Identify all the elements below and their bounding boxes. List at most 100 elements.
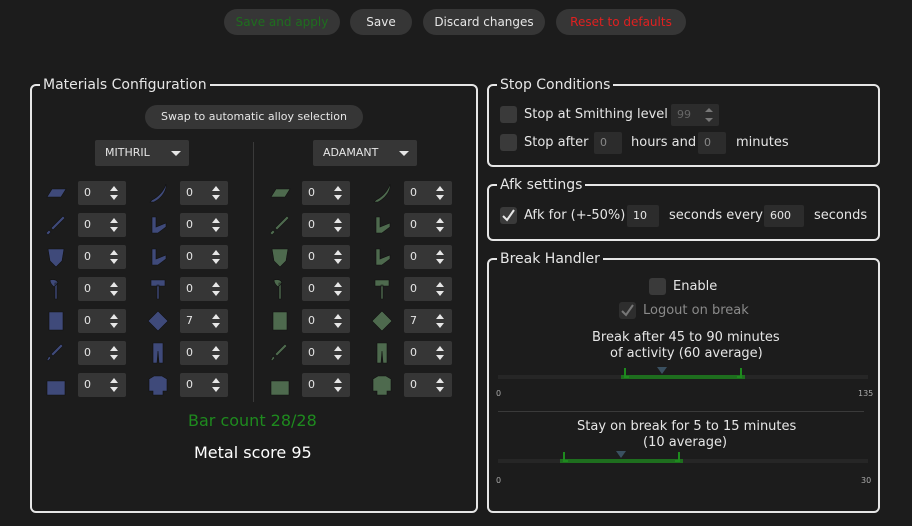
stepper-down-icon[interactable] [110, 195, 118, 200]
stepper-down-icon[interactable] [436, 259, 444, 264]
left-quantity-stepper[interactable]: 0 [180, 341, 228, 365]
stepper-down-icon[interactable] [334, 227, 342, 232]
break-duration-slider[interactable] [498, 450, 868, 472]
stepper-down-icon[interactable] [212, 195, 220, 200]
stepper-down-icon[interactable] [705, 118, 713, 122]
stepper-up-icon[interactable] [334, 314, 342, 319]
stepper-up-icon[interactable] [110, 218, 118, 223]
afk-checkbox[interactable] [500, 207, 517, 224]
stepper-up-icon[interactable] [212, 282, 220, 287]
left-quantity-stepper[interactable]: 0 [180, 181, 228, 205]
stepper-up-icon[interactable] [110, 282, 118, 287]
right-quantity-stepper[interactable]: 0 [404, 213, 452, 237]
right-metal-dropdown[interactable]: ADAMANT [313, 140, 417, 166]
stop-level-checkbox[interactable] [500, 106, 517, 123]
minutes-input[interactable]: 0 [698, 132, 726, 154]
stepper-up-icon[interactable] [334, 346, 342, 351]
break-after-slider[interactable] [498, 366, 868, 388]
stepper-up-icon[interactable] [436, 378, 444, 383]
right-quantity-stepper[interactable]: 0 [404, 373, 452, 397]
logout-checkbox[interactable] [619, 302, 636, 319]
stepper-up-icon[interactable] [334, 250, 342, 255]
stepper-down-icon[interactable] [212, 355, 220, 360]
left-quantity-stepper[interactable]: 0 [180, 373, 228, 397]
left-quantity-stepper[interactable]: 7 [180, 309, 228, 333]
stepper-up-icon[interactable] [436, 314, 444, 319]
right-quantity-stepper[interactable]: 0 [404, 341, 452, 365]
left-quantity-stepper[interactable]: 0 [78, 309, 126, 333]
stepper-up-icon[interactable] [436, 218, 444, 223]
stepper-down-icon[interactable] [212, 291, 220, 296]
right-quantity-stepper[interactable]: 0 [302, 213, 350, 237]
stepper-up-icon[interactable] [705, 108, 713, 112]
stepper-down-icon[interactable] [334, 387, 342, 392]
stepper-up-icon[interactable] [212, 378, 220, 383]
enable-checkbox[interactable] [649, 278, 666, 295]
right-quantity-stepper[interactable]: 0 [302, 245, 350, 269]
stepper-down-icon[interactable] [110, 291, 118, 296]
stepper-up-icon[interactable] [212, 314, 220, 319]
stepper-down-icon[interactable] [436, 355, 444, 360]
left-quantity-stepper[interactable]: 0 [180, 213, 228, 237]
right-quantity-stepper[interactable]: 0 [302, 309, 350, 333]
stepper-down-icon[interactable] [334, 355, 342, 360]
stepper-down-icon[interactable] [110, 259, 118, 264]
left-quantity-stepper[interactable]: 0 [78, 277, 126, 301]
slider-low-handle[interactable] [557, 450, 569, 468]
stepper-up-icon[interactable] [334, 378, 342, 383]
discard-changes-button[interactable]: Discard changes [423, 9, 545, 35]
left-quantity-stepper[interactable]: 0 [78, 373, 126, 397]
stepper-up-icon[interactable] [110, 378, 118, 383]
stop-level-input[interactable]: 99 [671, 104, 719, 126]
afk-seconds-input[interactable]: 10 [627, 205, 659, 227]
left-quantity-stepper[interactable]: 0 [78, 213, 126, 237]
stepper-down-icon[interactable] [110, 387, 118, 392]
left-quantity-stepper[interactable]: 0 [78, 245, 126, 269]
stepper-up-icon[interactable] [334, 282, 342, 287]
stepper-up-icon[interactable] [212, 346, 220, 351]
stepper-up-icon[interactable] [110, 346, 118, 351]
stepper-up-icon[interactable] [212, 186, 220, 191]
stepper-down-icon[interactable] [110, 355, 118, 360]
right-quantity-stepper[interactable]: 0 [302, 181, 350, 205]
afk-interval-input[interactable]: 600 [764, 205, 804, 227]
hours-input[interactable]: 0 [594, 132, 622, 154]
slider-low-handle[interactable] [618, 366, 630, 384]
stepper-up-icon[interactable] [334, 186, 342, 191]
stepper-down-icon[interactable] [436, 291, 444, 296]
left-quantity-stepper[interactable]: 0 [78, 341, 126, 365]
right-quantity-stepper[interactable]: 0 [404, 245, 452, 269]
stepper-down-icon[interactable] [110, 323, 118, 328]
stepper-up-icon[interactable] [436, 282, 444, 287]
slider-average-marker[interactable] [615, 450, 627, 468]
stepper-up-icon[interactable] [110, 314, 118, 319]
right-quantity-stepper[interactable]: 0 [404, 181, 452, 205]
swap-alloy-button[interactable]: Swap to automatic alloy selection [145, 105, 363, 129]
stepper-down-icon[interactable] [436, 387, 444, 392]
right-quantity-stepper[interactable]: 7 [404, 309, 452, 333]
left-quantity-stepper[interactable]: 0 [180, 245, 228, 269]
left-metal-dropdown[interactable]: MITHRIL [95, 140, 189, 166]
stepper-up-icon[interactable] [212, 250, 220, 255]
right-quantity-stepper[interactable]: 0 [404, 277, 452, 301]
save-and-apply-button[interactable]: Save and apply [224, 9, 340, 35]
slider-high-handle[interactable] [674, 450, 686, 468]
stepper-down-icon[interactable] [334, 195, 342, 200]
stop-after-checkbox[interactable] [500, 134, 517, 151]
stepper-up-icon[interactable] [110, 186, 118, 191]
right-quantity-stepper[interactable]: 0 [302, 277, 350, 301]
stepper-down-icon[interactable] [334, 259, 342, 264]
stepper-down-icon[interactable] [436, 227, 444, 232]
stepper-up-icon[interactable] [110, 250, 118, 255]
stepper-down-icon[interactable] [436, 323, 444, 328]
stepper-up-icon[interactable] [436, 250, 444, 255]
stepper-down-icon[interactable] [334, 291, 342, 296]
stepper-up-icon[interactable] [436, 186, 444, 191]
right-quantity-stepper[interactable]: 0 [302, 341, 350, 365]
stepper-up-icon[interactable] [334, 218, 342, 223]
save-button[interactable]: Save [350, 9, 412, 35]
slider-average-marker[interactable] [656, 366, 668, 384]
stepper-up-icon[interactable] [212, 218, 220, 223]
slider-high-handle[interactable] [736, 366, 748, 384]
reset-to-defaults-button[interactable]: Reset to defaults [556, 9, 686, 35]
